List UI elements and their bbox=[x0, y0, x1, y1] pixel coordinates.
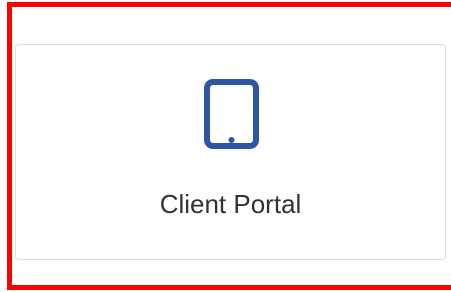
tablet-icon bbox=[204, 79, 259, 149]
card-label: Client Portal bbox=[159, 189, 302, 219]
client-portal-card[interactable]: Client Portal bbox=[15, 44, 446, 260]
